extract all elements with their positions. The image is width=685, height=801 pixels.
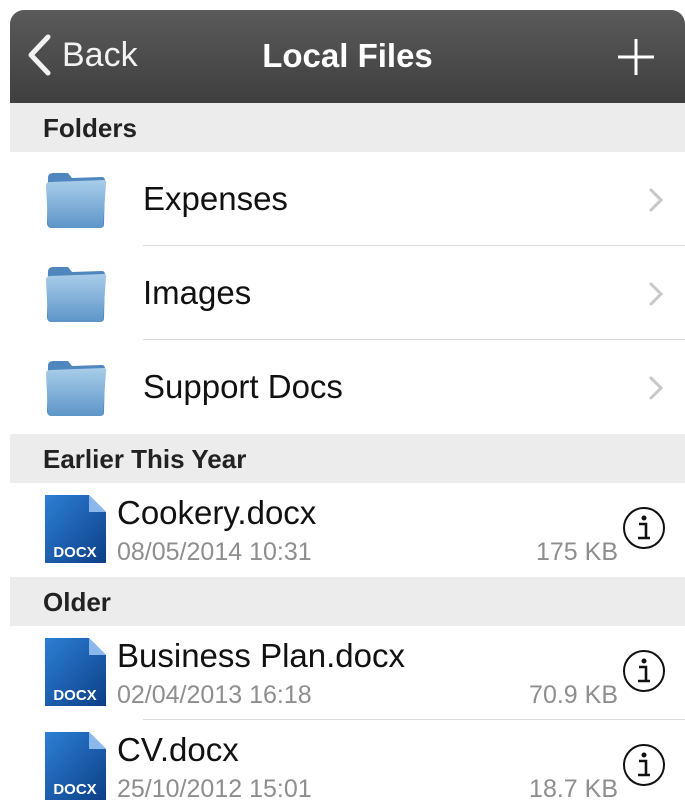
file-row-business-plan[interactable]: DOCX Business Plan.docx 02/04/2013 16:18… [10,626,685,720]
file-name: Cookery.docx [117,494,317,531]
file-date: 25/10/2012 15:01 [117,775,312,801]
folder-icon [46,173,107,228]
folder-name: Support Docs [143,368,343,405]
file-row-cv[interactable]: DOCX CV.docx 25/10/2012 15:01 18.7 KB [10,720,685,801]
folder-row-expenses[interactable]: Expenses [10,152,685,246]
section-header-older: Older [10,577,685,626]
file-name: Business Plan.docx [117,637,405,674]
info-icon[interactable] [621,505,667,551]
docx-file-icon: DOCX [45,732,106,800]
info-icon[interactable] [621,742,667,788]
chevron-right-icon [649,376,663,400]
app-window: Back Local Files Folders Expenses Images… [10,10,685,801]
folder-name: Expenses [143,180,288,217]
folder-icon [46,267,107,322]
file-date: 08/05/2014 10:31 [117,538,312,566]
file-size: 175 KB [535,538,618,566]
file-size: 70.9 KB [529,681,618,709]
docx-file-icon: DOCX [45,495,106,563]
chevron-right-icon [649,188,663,212]
section-header-earlier-this-year: Earlier This Year [10,434,685,483]
page-title: Local Files [262,37,433,74]
info-icon[interactable] [621,648,667,694]
section-header-folders: Folders [10,103,685,152]
file-date: 02/04/2013 16:18 [117,681,312,709]
docx-label: DOCX [53,687,96,704]
file-name: CV.docx [117,731,239,768]
docx-file-icon: DOCX [45,638,106,706]
folder-row-support-docs[interactable]: Support Docs [10,340,685,434]
file-size: 18.7 KB [529,775,618,801]
folder-icon [46,361,107,416]
plus-icon[interactable] [617,38,655,76]
folder-name: Images [143,274,252,311]
navigation-bar: Back Local Files [10,10,685,103]
file-row-cookery[interactable]: DOCX Cookery.docx 08/05/2014 10:31 175 K… [10,483,685,577]
docx-label: DOCX [53,544,96,561]
docx-label: DOCX [53,781,96,798]
folder-row-images[interactable]: Images [10,246,685,340]
chevron-right-icon [649,282,663,306]
